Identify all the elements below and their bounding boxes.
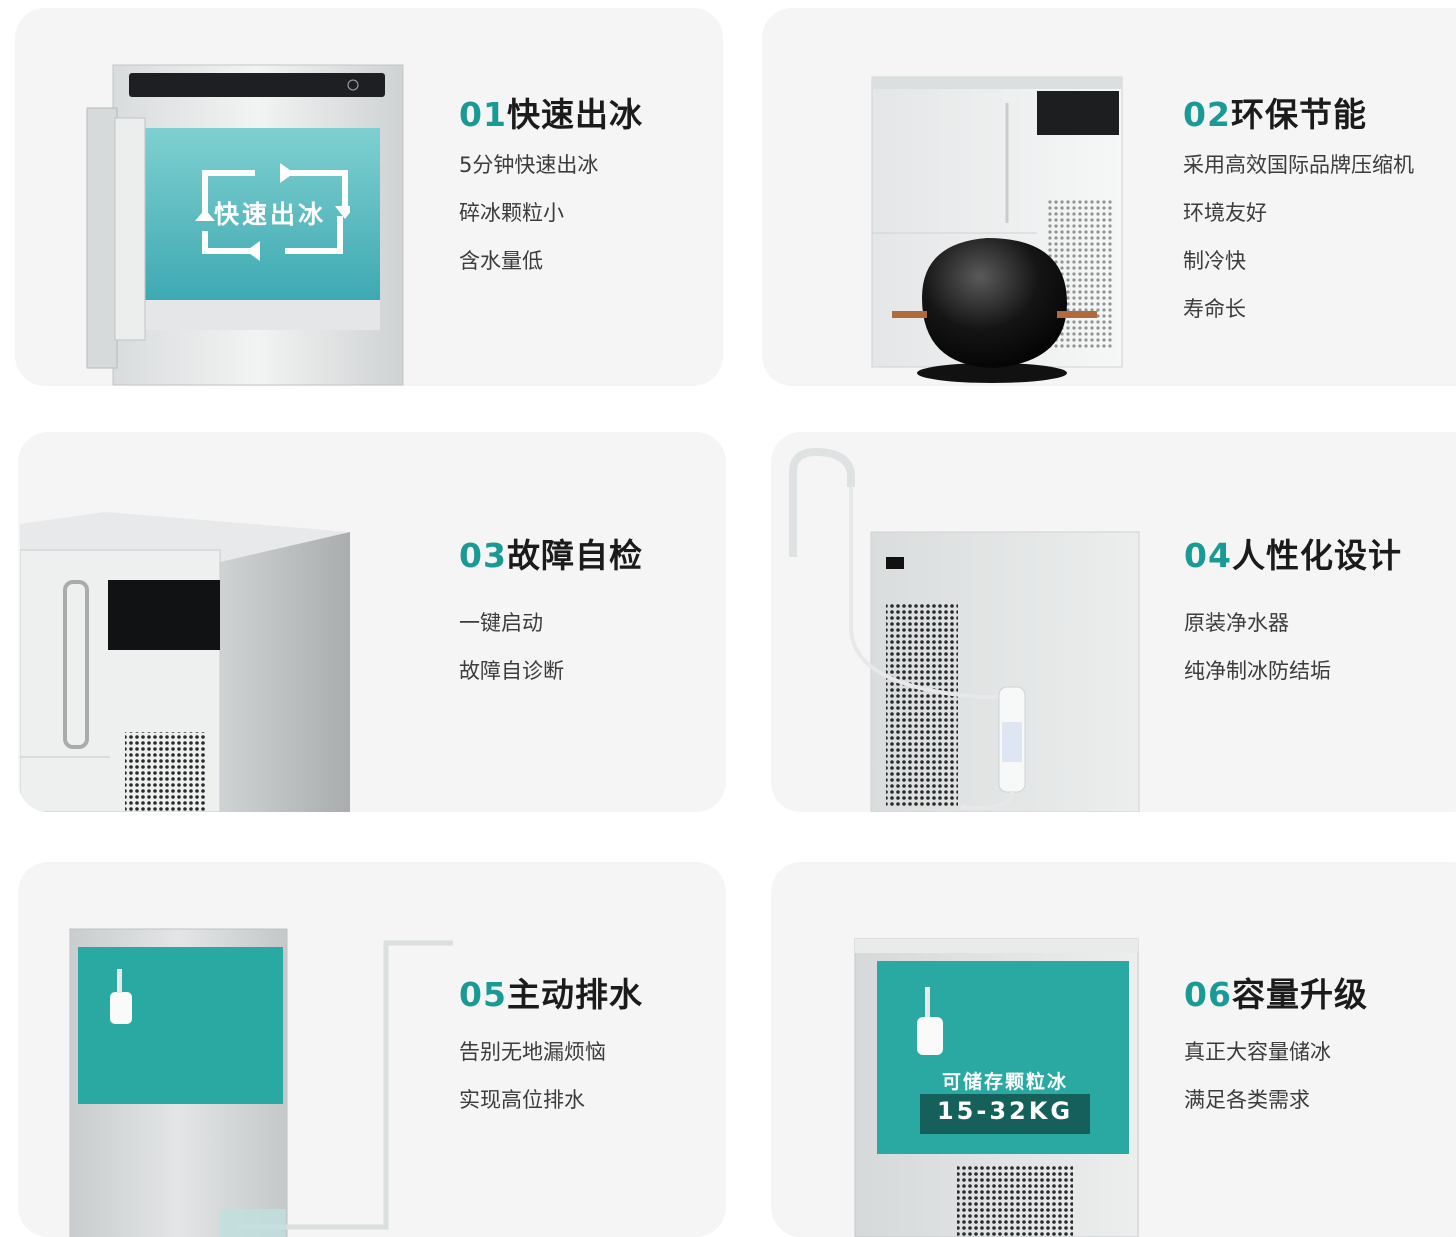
feature-title-text: 主动排水 xyxy=(506,975,643,1014)
feature-item: 实现高位排水 xyxy=(459,1088,585,1112)
feature-number: 02 xyxy=(1183,95,1231,134)
feature-title-text: 环保节能 xyxy=(1230,95,1367,134)
machine-control-panel-illustration xyxy=(20,512,350,812)
feature-card-active-drainage: 05主动排水 告别无地漏烦恼 实现高位排水 xyxy=(18,862,726,1237)
feature-card-quick-ice: 快速出冰 01快速出冰 5分钟快速出冰 碎冰颗粒小 含水量低 xyxy=(15,8,723,386)
feature-title-text: 人性化设计 xyxy=(1231,536,1402,575)
capacity-value: 15-32KG xyxy=(936,1097,1074,1125)
feature-list: 5分钟快速出冰 碎冰颗粒小 含水量低 xyxy=(459,151,598,295)
feature-item: 含水量低 xyxy=(459,249,543,273)
feature-card-self-check: 03故障自检 一键启动 故障自诊断 xyxy=(18,432,726,812)
machine-with-compressor-illustration xyxy=(867,73,1137,386)
feature-list: 告别无地漏烦恼 实现高位排水 xyxy=(459,1038,606,1134)
feature-item: 原装净水器 xyxy=(1184,611,1289,635)
feature-number: 04 xyxy=(1184,536,1232,575)
feature-item: 告别无地漏烦恼 xyxy=(459,1040,606,1064)
feature-list: 真正大容量储冰 满足各类需求 xyxy=(1184,1038,1331,1134)
quick-ice-badge: 快速出冰 xyxy=(190,161,350,261)
machine-with-water-filter-illustration xyxy=(781,447,1141,812)
feature-number: 03 xyxy=(459,536,507,575)
machine-drain-pipe-illustration xyxy=(68,927,458,1237)
quick-ice-badge-text: 快速出冰 xyxy=(213,200,326,229)
feature-title: 04人性化设计 xyxy=(1184,529,1402,577)
feature-item: 环境友好 xyxy=(1183,201,1267,225)
feature-title: 05主动排水 xyxy=(459,968,643,1016)
feature-card-eco: 02环保节能 采用高效国际品牌压缩机 环境友好 制冷快 寿命长 xyxy=(762,8,1456,386)
feature-list: 采用高效国际品牌压缩机 环境友好 制冷快 寿命长 xyxy=(1183,151,1414,343)
feature-card-humanized-design: 04人性化设计 原装净水器 纯净制冰防结垢 xyxy=(771,432,1456,812)
feature-title-text: 故障自检 xyxy=(506,536,643,575)
feature-item: 故障自诊断 xyxy=(459,659,564,683)
feature-number: 01 xyxy=(459,95,507,134)
feature-title: 02环保节能 xyxy=(1183,88,1367,136)
feature-item: 5分钟快速出冰 xyxy=(459,153,599,177)
feature-item: 寿命长 xyxy=(1183,297,1246,321)
feature-title-text: 快速出冰 xyxy=(506,95,643,134)
feature-number: 05 xyxy=(459,975,507,1014)
feature-item: 一键启动 xyxy=(459,611,543,635)
feature-list: 一键启动 故障自诊断 xyxy=(459,609,564,705)
feature-number: 06 xyxy=(1184,975,1232,1014)
feature-item: 纯净制冰防结垢 xyxy=(1184,659,1331,683)
feature-item: 满足各类需求 xyxy=(1184,1088,1310,1112)
feature-item: 碎冰颗粒小 xyxy=(459,201,564,225)
feature-title-text: 容量升级 xyxy=(1231,975,1368,1014)
feature-card-capacity: 可储存颗粒冰 15-32KG 06容量升级 真正大容量储冰 满足各类需求 xyxy=(771,862,1456,1237)
feature-item: 采用高效国际品牌压缩机 xyxy=(1183,153,1414,177)
feature-title: 06容量升级 xyxy=(1184,968,1368,1016)
feature-title: 01快速出冰 xyxy=(459,88,643,136)
capacity-label: 可储存颗粒冰 xyxy=(941,1071,1068,1093)
feature-title: 03故障自检 xyxy=(459,529,643,577)
feature-list: 原装净水器 纯净制冰防结垢 xyxy=(1184,609,1331,705)
feature-item: 真正大容量储冰 xyxy=(1184,1040,1331,1064)
feature-item: 制冷快 xyxy=(1183,249,1246,273)
